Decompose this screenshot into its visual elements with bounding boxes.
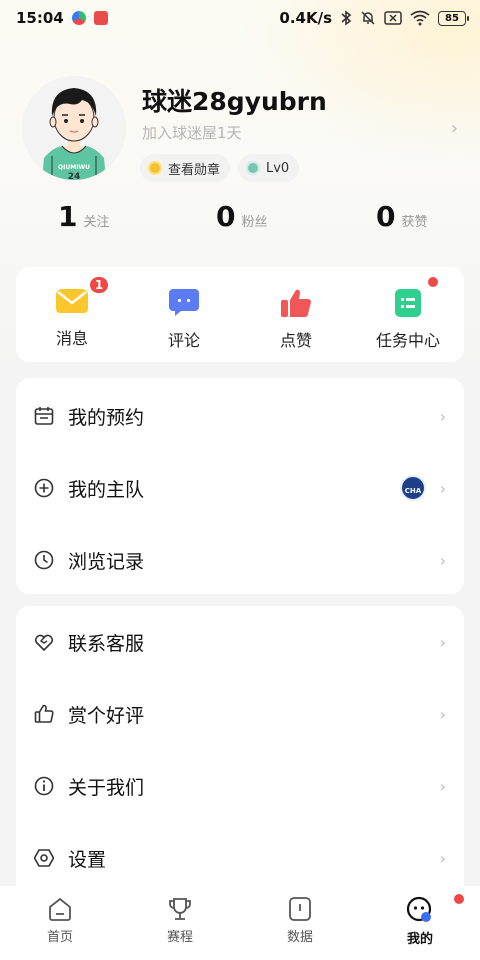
menu-item-rate-us[interactable]: 赏个好评 › [16,678,464,750]
level-icon [246,161,260,175]
nav-label: 数据 [286,930,313,945]
medal-label: 查看勋章 [168,162,221,178]
nav-mine[interactable]: 我的 [380,894,464,947]
chevron-right-icon[interactable]: › [451,118,458,139]
quick-action-label: 点赞 [279,331,312,350]
unread-badge: 1 [88,275,110,295]
chevron-right-icon: › [439,550,446,570]
bluetooth-icon [341,10,352,26]
settings-icon [34,849,54,867]
quick-action-label: 消息 [55,329,88,348]
chevron-right-icon: › [439,704,446,724]
chevron-right-icon: › [439,632,446,652]
comment-icon [169,289,199,316]
team-logo: CHA [400,475,426,501]
mine-notification-dot [454,894,464,904]
level-label: Lv0 [266,160,290,176]
menu-item-reservations[interactable]: 我的预约 › [16,380,464,452]
menu-item-customer-service[interactable]: 联系客服 › [16,606,464,678]
quick-action-task-center[interactable]: 任务中心 [358,277,458,351]
stat-value: 0 [216,200,236,233]
quick-action-comments[interactable]: 评论 [134,283,234,351]
home-icon [49,897,71,921]
nav-label: 赛程 [166,930,193,945]
join-days-text: 加入球迷屋1天 [142,124,242,142]
quick-action-likes[interactable]: 点赞 [246,283,346,351]
data-icon [289,897,311,921]
jersey-text: QIUMIWU [58,164,90,171]
chevron-right-icon: › [439,848,446,868]
no-sim-icon [384,11,402,25]
menu-item-history[interactable]: 浏览记录 › [16,524,464,596]
quick-action-messages[interactable]: 1 消息 [22,275,122,349]
medal-icon [148,161,162,175]
stat-value: 1 [58,200,78,233]
profile-face-icon [406,896,432,922]
calendar-icon [34,407,54,425]
menu-item-about-us[interactable]: 关于我们 › [16,750,464,822]
stat-label: 关注 [83,215,110,230]
user-name: 球迷28gyubrn [142,87,327,116]
quick-action-label: 评论 [167,331,200,350]
avatar[interactable]: QIUMIWU 24 [22,76,126,180]
nav-label: 我的 [406,932,433,947]
stat-label: 获赞 [401,215,428,230]
quick-actions-card: 1 消息 评论 点赞 任务中心 [16,267,464,362]
network-speed: 0.4K/s [279,9,332,27]
team-logo-text: CHA [404,487,422,495]
trophy-icon [169,898,191,920]
status-bar: 15:04 0.4K/s 85 [0,0,480,36]
menu-item-home-team[interactable]: 我的主队 CHA › [16,452,464,524]
nav-home[interactable]: 首页 [20,896,100,945]
nav-label: 首页 [46,930,73,945]
chevron-right-icon: › [439,478,446,498]
menu-item-label: 我的预约 [68,406,145,429]
clock-icon [34,550,54,570]
nav-data[interactable]: 数据 [260,896,340,945]
envelope-icon [56,289,88,313]
stat-following[interactable]: 1 关注 [58,200,110,233]
battery-icon: 85 [438,10,469,26]
wifi-icon [410,10,430,26]
menu-item-label: 赏个好评 [68,704,145,727]
menu-item-label: 我的主队 [68,478,145,501]
menu-card-2: 联系客服 › 赏个好评 › 关于我们 › 设置 › [16,606,464,896]
quick-action-label: 任务中心 [375,331,440,350]
menu-item-label: 关于我们 [68,776,145,799]
chevron-right-icon: › [439,776,446,796]
battery-level: 85 [445,12,459,24]
info-icon [34,776,54,796]
stat-label: 粉丝 [241,215,268,230]
app-notification-icon-2 [93,11,108,25]
plus-circle-icon [34,478,54,498]
nav-schedule[interactable]: 赛程 [140,896,220,945]
status-time: 15:04 [16,9,64,27]
jersey-number: 24 [68,172,81,180]
menu-item-label: 浏览记录 [68,550,145,573]
menu-item-label: 联系客服 [68,632,145,655]
stat-value: 0 [376,200,396,233]
stats-row: 1 关注 0 粉丝 0 获赞 [0,200,480,240]
level-badge[interactable]: Lv0 [238,154,300,182]
thumbs-up-icon [281,289,311,317]
menu-item-settings[interactable]: 设置 › [16,822,464,894]
view-medals-button[interactable]: 查看勋章 [140,154,231,182]
heart-handshake-icon [34,634,54,652]
mute-bell-icon [361,11,375,25]
stat-followers[interactable]: 0 粉丝 [216,200,268,233]
task-notification-dot [428,277,438,287]
profile-header[interactable]: QIUMIWU 24 球迷28gyubrn 加入球迷屋1天 › 查看勋章 Lv0 [0,70,480,190]
app-notification-icon [71,11,86,25]
chevron-right-icon: › [439,406,446,426]
thumbs-up-outline-icon [34,704,54,723]
task-icon [395,289,421,317]
bottom-nav: 首页 赛程 数据 我的 [0,886,480,960]
menu-card-1: 我的预约 › 我的主队 CHA › 浏览记录 › [16,378,464,594]
menu-item-label: 设置 [68,848,107,871]
stat-likes[interactable]: 0 获赞 [376,200,428,233]
